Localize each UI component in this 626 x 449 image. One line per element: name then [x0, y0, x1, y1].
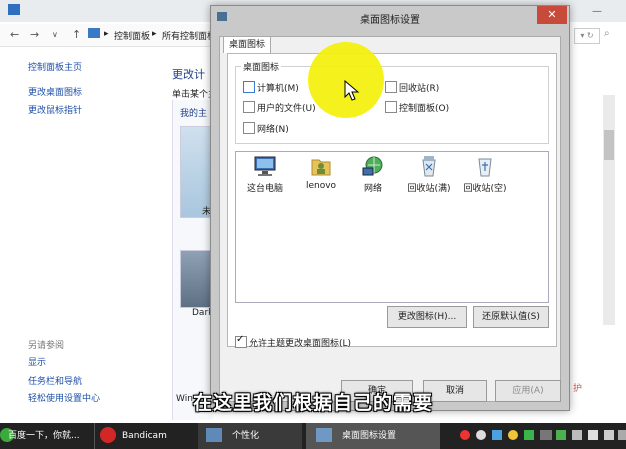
- taskbar-item-desktop-icon-settings[interactable]: 桌面图标设置: [342, 423, 396, 449]
- bandicam-icon[interactable]: [100, 427, 116, 443]
- tray-cloud-icon[interactable]: [492, 430, 502, 440]
- taskbar-item-browser[interactable]: 百度一下，你就...: [8, 423, 80, 449]
- dialog-title: 桌面图标设置: [360, 15, 420, 26]
- breadcrumb-sep-icon: ▸: [104, 29, 109, 39]
- checkbox-network[interactable]: [243, 122, 255, 134]
- checkbox-network-label: 网络(N): [257, 125, 289, 135]
- desktop-icon-settings-dialog: 桌面图标设置 ✕ 桌面图标 桌面图标 计算机(M) 回收站(R) 用户的文件(U…: [210, 5, 570, 411]
- checkbox-recycle-bin-label: 回收站(R): [399, 84, 440, 94]
- window-app-icon: [8, 4, 20, 15]
- checkbox-recycle-bin[interactable]: [385, 81, 397, 93]
- see-also-taskbar[interactable]: 任务栏和导航: [28, 374, 82, 387]
- see-also-display[interactable]: 显示: [28, 355, 46, 368]
- icon-label-recycle-bin-empty: 回收站(空): [463, 184, 507, 194]
- tab-desktop-icons[interactable]: 桌面图标: [223, 36, 271, 53]
- tray-flag-icon[interactable]: [572, 430, 582, 440]
- forward-icon[interactable]: →: [30, 28, 39, 41]
- restore-default-button[interactable]: 还原默认值(S): [473, 306, 549, 328]
- see-also-heading: 另请参阅: [28, 341, 65, 351]
- mouse-cursor-icon: [344, 79, 360, 102]
- my-themes-heading: 我的主: [180, 109, 208, 119]
- user-folder-icon[interactable]: [309, 154, 333, 178]
- theme-thumb-dark[interactable]: [180, 250, 212, 308]
- main-heading: 更改计: [172, 68, 205, 81]
- breadcrumb-all-items[interactable]: 所有控制面板: [162, 29, 216, 42]
- back-icon[interactable]: ←: [10, 28, 19, 41]
- tray-gpu-icon[interactable]: [540, 430, 552, 440]
- check-mark-icon: ✓: [236, 334, 245, 345]
- network-icon[interactable]: [361, 154, 385, 178]
- tray-app-icon[interactable]: [476, 430, 486, 440]
- tray-security-icon[interactable]: [556, 430, 566, 440]
- checkbox-user-files-label: 用户的文件(U): [257, 104, 316, 114]
- icon-list: [235, 151, 549, 303]
- side-link-home[interactable]: 控制面板主页: [28, 60, 82, 73]
- icon-label-recycle-bin-full: 回收站(满): [407, 184, 451, 194]
- side-link-mouse-pointer[interactable]: 更改鼠标指针: [28, 103, 82, 116]
- breadcrumb-control-panel[interactable]: 控制面板: [114, 29, 150, 42]
- minimize-icon[interactable]: —: [592, 6, 602, 17]
- recycle-bin-empty-icon[interactable]: [473, 154, 497, 178]
- side-link-desktop-icons[interactable]: 更改桌面图标: [28, 85, 82, 98]
- change-icon-button[interactable]: 更改图标(H)...: [387, 306, 467, 328]
- history-dropdown-icon[interactable]: ∨: [52, 30, 58, 39]
- search-icon[interactable]: ⌕: [604, 28, 610, 39]
- icon-label-lenovo: lenovo: [305, 181, 337, 191]
- breadcrumb-sep-icon: ▸: [152, 29, 157, 39]
- video-subtitle: 在这里我们根据自己的需要: [192, 392, 433, 414]
- icon-label-network: 网络: [363, 184, 382, 194]
- checkbox-computer[interactable]: [243, 81, 255, 93]
- taskbar-divider: [94, 423, 95, 449]
- search-refresh-icon[interactable]: ▾ ↻: [574, 28, 600, 44]
- tray-record-icon[interactable]: [460, 430, 470, 440]
- allow-themes-checkbox[interactable]: ✓: [235, 334, 247, 348]
- icon-label-this-pc: 这台电脑: [246, 184, 283, 194]
- allow-themes-label: 允许主题更改桌面图标(L): [249, 339, 352, 349]
- recycle-bin-full-icon[interactable]: [417, 154, 441, 178]
- taskbar-item-personalization[interactable]: 个性化: [232, 423, 259, 449]
- control-panel-icon: [88, 28, 100, 38]
- tray-green-icon[interactable]: [524, 430, 534, 440]
- checkbox-computer-label: 计算机(M): [257, 84, 299, 94]
- tray-network-icon[interactable]: [604, 430, 614, 440]
- checkbox-control-panel[interactable]: [385, 101, 397, 113]
- up-icon[interactable]: ↑: [72, 28, 81, 41]
- tray-qq-icon[interactable]: [508, 430, 518, 440]
- taskbar-item-bandicam[interactable]: Bandicam: [122, 423, 167, 449]
- group-label: 桌面图标: [241, 60, 282, 73]
- close-icon[interactable]: ✕: [537, 6, 567, 24]
- tray-battery-icon[interactable]: [588, 430, 598, 440]
- checkbox-control-panel-label: 控制面板(O): [399, 104, 450, 114]
- desktop-icon-settings-icon: [316, 428, 332, 442]
- computer-icon[interactable]: [253, 154, 277, 178]
- tray-volume-icon[interactable]: [618, 430, 626, 440]
- personalization-icon: [206, 428, 222, 442]
- scrollbar-thumb[interactable]: [604, 130, 614, 160]
- checkbox-user-files[interactable]: [243, 101, 255, 113]
